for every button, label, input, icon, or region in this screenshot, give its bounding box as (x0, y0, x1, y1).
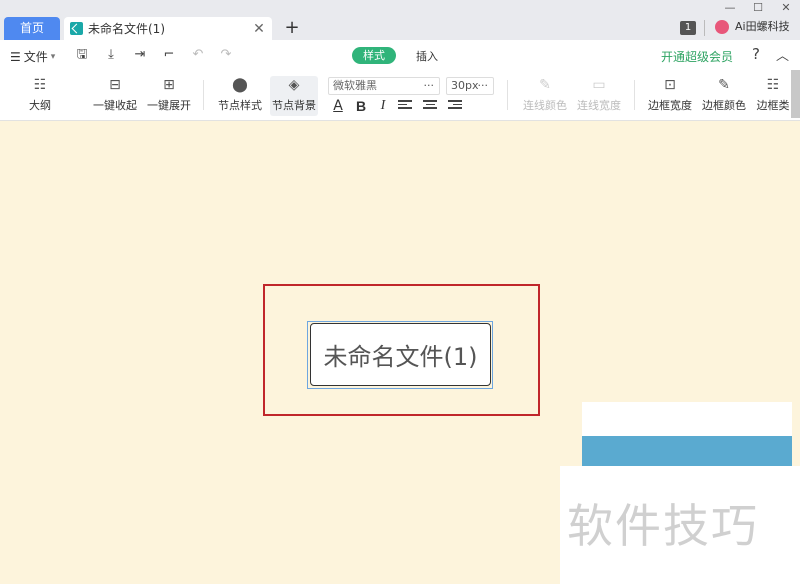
border-type-icon: ☷ (766, 77, 780, 93)
undo-icon[interactable]: ↶ (190, 47, 206, 63)
file-menu[interactable]: ☰ 文件 ▾ (10, 48, 55, 65)
outline-button[interactable]: ☷ 大纲 (20, 76, 60, 116)
border-color-button[interactable]: ✎ 边框颜色 (701, 76, 747, 116)
font-size-value: 30px (451, 79, 479, 92)
minus-box-icon: ⊟ (109, 77, 121, 93)
expand-all-button[interactable]: ⊞ 一键展开 (146, 76, 192, 116)
toolbar-scrollbar[interactable] (791, 70, 800, 118)
font-family-value: 微软雅黑 (333, 79, 377, 92)
border-width-icon: ⊡ (664, 77, 676, 93)
collapse-ribbon-icon[interactable]: ︿ (776, 45, 789, 64)
tab-document[interactable]: 未命名文件(1) ✕ (64, 17, 272, 40)
outline-icon: ☷ (33, 77, 47, 93)
mindmap-canvas[interactable]: 未命名文件(1) 软件技巧 (0, 122, 800, 584)
bold-button[interactable]: B (353, 98, 369, 114)
collapse-all-label: 一键收起 (93, 99, 137, 112)
toolbar: ☷ 大纲 ⊟ 一键收起 ⊞ 一键展开 ⬤ 节点样式 ◈ 节点背景 微软雅黑 ··… (0, 70, 800, 121)
line-width-button[interactable]: ▭ 连线宽度 (576, 76, 622, 116)
font-color-button[interactable]: A (330, 98, 346, 114)
overlay-panel-bar (582, 436, 792, 466)
chevron-down-icon: ▾ (50, 51, 56, 62)
redo-icon[interactable]: ↷ (218, 47, 234, 63)
italic-button[interactable]: I (375, 98, 391, 114)
mindmap-icon (70, 22, 83, 35)
align-right-icon[interactable] (448, 100, 462, 111)
divider (704, 20, 705, 36)
tab-style[interactable]: 样式 (352, 47, 396, 64)
root-node-text: 未命名文件(1) (323, 343, 478, 371)
close-tab-icon[interactable]: ✕ (252, 21, 266, 37)
node-background-button[interactable]: ◈ 节点背景 (270, 76, 318, 116)
line-color-icon: ✎ (539, 77, 551, 93)
align-center-icon[interactable] (423, 100, 437, 111)
border-width-button[interactable]: ⊡ 边框宽度 (647, 76, 693, 116)
node-style-icon: ⬤ (232, 77, 248, 93)
minimize-button[interactable]: — (716, 0, 744, 16)
hamburger-icon: ☰ (10, 49, 21, 64)
download-icon[interactable]: ⤓ (103, 47, 119, 63)
more-icon: ··· (477, 79, 489, 92)
paint-bucket-icon: ◈ (288, 77, 300, 93)
border-type-button[interactable]: ☷ 边框类 (755, 76, 791, 116)
line-width-label: 连线宽度 (577, 99, 621, 112)
node-style-button[interactable]: ⬤ 节点样式 (216, 76, 264, 116)
export-icon[interactable]: ⇥ (132, 47, 148, 63)
border-type-label: 边框类 (756, 99, 790, 112)
align-left-icon[interactable] (398, 100, 412, 111)
avatar[interactable] (715, 20, 729, 34)
font-family-select[interactable]: 微软雅黑 ··· (328, 77, 440, 95)
font-size-select[interactable]: 30px ··· (446, 77, 494, 95)
help-icon[interactable]: ? (752, 45, 760, 63)
more-icon: ··· (423, 79, 435, 92)
node-background-label: 节点背景 (272, 99, 316, 112)
divider (634, 80, 635, 110)
divider (507, 80, 508, 110)
outline-label: 大纲 (29, 99, 51, 112)
line-width-icon: ▭ (592, 77, 606, 93)
add-tab-button[interactable]: + (282, 17, 302, 39)
vip-link[interactable]: 开通超级会员 (661, 48, 733, 65)
line-color-button[interactable]: ✎ 连线颜色 (522, 76, 568, 116)
plus-box-icon: ⊞ (163, 77, 175, 93)
collapse-all-button[interactable]: ⊟ 一键收起 (92, 76, 138, 116)
user-name[interactable]: Ai田螺科技 (735, 19, 790, 35)
close-window-button[interactable]: ✕ (772, 0, 800, 16)
window-controls: — ☐ ✕ (716, 0, 800, 16)
tab-document-title: 未命名文件(1) (88, 22, 165, 36)
node-style-label: 节点样式 (218, 99, 262, 112)
watermark: 软件技巧 (567, 499, 759, 553)
window-count-badge[interactable]: 1 (680, 21, 696, 35)
file-menu-label: 文件 (23, 50, 48, 64)
tab-home[interactable]: 首页 (4, 17, 60, 40)
maximize-button[interactable]: ☐ (744, 0, 772, 16)
overlay-panel (582, 402, 792, 436)
border-color-icon: ✎ (718, 77, 730, 93)
format-painter-icon[interactable]: ⌐ (161, 47, 177, 63)
expand-all-label: 一键展开 (147, 99, 191, 112)
divider (203, 80, 204, 110)
root-node[interactable]: 未命名文件(1) (310, 323, 491, 386)
border-width-label: 边框宽度 (648, 99, 692, 112)
tab-bar: 首页 未命名文件(1) ✕ + — ☐ ✕ 1 Ai田螺科技 (0, 0, 800, 40)
save-icon[interactable]: 🖫 (74, 47, 90, 63)
line-color-label: 连线颜色 (523, 99, 567, 112)
menu-bar: ☰ 文件 ▾ 🖫 ⤓ ⇥ ⌐ ↶ ↷ 样式 插入 开通超级会员 ? ︿ (0, 40, 800, 70)
border-color-label: 边框颜色 (702, 99, 746, 112)
tab-insert[interactable]: 插入 (416, 48, 438, 64)
